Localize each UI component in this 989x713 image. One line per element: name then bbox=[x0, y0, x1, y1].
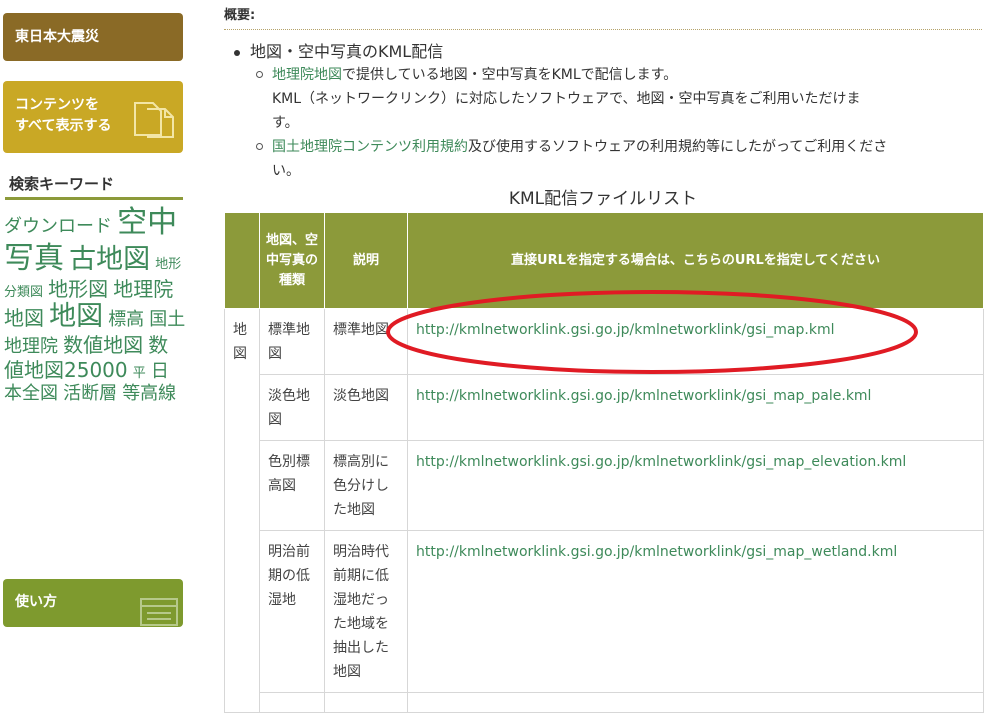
sub1-line2: KML（ネットワークリンク）に対応したソフトウェアで、地図・空中写真をご利用いた… bbox=[272, 91, 861, 107]
gsi-map-link[interactable]: 地理院地図 bbox=[272, 67, 342, 83]
bullet-dot-icon bbox=[234, 49, 240, 56]
table-header-row: 地図、空中写真の種類 説明 直接URLを指定する場合は、こちらのURLを指定して… bbox=[224, 212, 984, 309]
circle-bullet-icon bbox=[256, 143, 263, 150]
keyword-tag[interactable]: 地図 bbox=[49, 301, 103, 332]
description-cell: 標高別に色分けした地図 bbox=[324, 440, 408, 531]
description-cell: 淡色地図 bbox=[324, 374, 408, 441]
disaster-button[interactable]: 東日本大震災 bbox=[3, 13, 183, 61]
kml-url-link[interactable]: http://kmlnetworklink.gsi.go.jp/kmlnetwo… bbox=[416, 454, 906, 470]
description-cell bbox=[324, 692, 408, 713]
type-cell: 淡色地図 bbox=[259, 374, 325, 441]
table-caption: KML配信ファイルリスト bbox=[508, 189, 698, 209]
type-cell: 明治前期の低湿地 bbox=[259, 530, 325, 693]
header-type: 地図、空中写真の種類 bbox=[259, 212, 325, 309]
keyword-tag[interactable]: 古地図 bbox=[69, 244, 150, 275]
sub-bullet-2: 国土地理院コンテンツ利用規約及び使用するソフトウェアの利用規約等にしたがってご利… bbox=[256, 135, 982, 183]
table-row: 地図 標準地図 標準地図 http://kmlnetworklink.gsi.g… bbox=[224, 308, 984, 713]
circle-bullet-icon bbox=[256, 71, 263, 78]
table-row: 明治前期の低湿地 明治時代前期に低湿地だった地域を抽出した地図 http://k… bbox=[225, 530, 984, 693]
description-cell: 明治時代前期に低湿地だった地域を抽出した地図 bbox=[324, 530, 408, 693]
show-all-contents-button[interactable]: コンテンツを すべて表示する bbox=[3, 81, 183, 153]
terms-of-use-link[interactable]: 国土地理院コンテンツ利用規約 bbox=[272, 139, 468, 155]
url-cell: http://kmlnetworklink.gsi.go.jp/kmlnetwo… bbox=[407, 440, 984, 531]
group-label-cell: 地図 bbox=[224, 308, 260, 713]
header-url: 直接URLを指定する場合は、こちらのURLを指定してください bbox=[407, 212, 984, 309]
keyword-tag[interactable]: 平 bbox=[133, 366, 146, 381]
table-row: 色別標高図 標高別に色分けした地図 http://kmlnetworklink.… bbox=[225, 440, 984, 531]
keyword-tag[interactable]: 標高 bbox=[108, 309, 144, 330]
kml-url-link[interactable]: http://kmlnetworklink.gsi.go.jp/kmlnetwo… bbox=[416, 388, 871, 404]
sub1-line3: す。 bbox=[272, 115, 299, 131]
overview-label: 概要: bbox=[224, 4, 982, 30]
url-cell: http://kmlnetworklink.gsi.go.jp/kmlnetwo… bbox=[407, 308, 984, 375]
type-cell bbox=[259, 692, 325, 713]
keyword-tag[interactable]: 等高線 bbox=[122, 383, 176, 404]
url-cell: http://kmlnetworklink.gsi.go.jp/kmlnetwo… bbox=[407, 374, 984, 441]
kml-url-link[interactable]: http://kmlnetworklink.gsi.go.jp/kmlnetwo… bbox=[416, 322, 834, 338]
table-row: 淡色地図 淡色地図 http://kmlnetworklink.gsi.go.j… bbox=[225, 374, 984, 441]
kml-url-link[interactable]: http://kmlnetworklink.gsi.go.jp/kmlnetwo… bbox=[416, 544, 897, 560]
sub2-text: 及び使用するソフトウェアの利用規約等にしたがってご利用くださ bbox=[468, 139, 888, 155]
url-cell: http://kmlnetworklink.gsi.go.jp/kmlnetwo… bbox=[407, 530, 984, 693]
type-cell: 標準地図 bbox=[259, 308, 325, 375]
keyword-tag[interactable]: ダウンロード bbox=[4, 216, 112, 237]
type-cell: 色別標高図 bbox=[259, 440, 325, 531]
keyword-tag[interactable]: 数値地図 bbox=[63, 333, 143, 357]
usage-button[interactable]: 使い方 bbox=[3, 579, 183, 627]
disaster-button-label: 東日本大震災 bbox=[15, 29, 99, 45]
url-cell bbox=[407, 692, 984, 713]
keyword-tag[interactable]: 活断層 bbox=[63, 383, 117, 404]
sub-bullet-1: 地理院地図で提供している地図・空中写真をKMLで配信します。 KML（ネットワー… bbox=[256, 63, 982, 135]
header-empty bbox=[224, 212, 260, 309]
description-cell: 標準地図 bbox=[324, 308, 408, 375]
keyword-tag-cloud: ダウンロード 空中写真 古地図 地形分類図 地形図 地理院地図 地図 標高 国土… bbox=[4, 205, 186, 404]
keyword-tag[interactable]: 地形図 bbox=[48, 277, 108, 301]
keyword-heading: 検索キーワード bbox=[5, 170, 183, 200]
window-panel-icon bbox=[140, 598, 178, 626]
sub2-line2: い。 bbox=[272, 163, 300, 179]
documents-icon bbox=[134, 102, 174, 138]
table-row bbox=[225, 692, 984, 713]
header-description: 説明 bbox=[324, 212, 408, 309]
bullet-title-text: 地図・空中写真のKML配信 bbox=[250, 42, 444, 61]
kml-bullet-title: 地図・空中写真のKML配信 bbox=[234, 38, 443, 62]
usage-button-label: 使い方 bbox=[15, 594, 57, 610]
sub1-text: で提供している地図・空中写真をKMLで配信します。 bbox=[342, 67, 678, 83]
kml-file-table: 地図、空中写真の種類 説明 直接URLを指定する場合は、こちらのURLを指定して… bbox=[224, 212, 984, 713]
sidebar: 東日本大震災 コンテンツを すべて表示する 検索キーワード ダウンロード 空中写… bbox=[0, 0, 190, 706]
